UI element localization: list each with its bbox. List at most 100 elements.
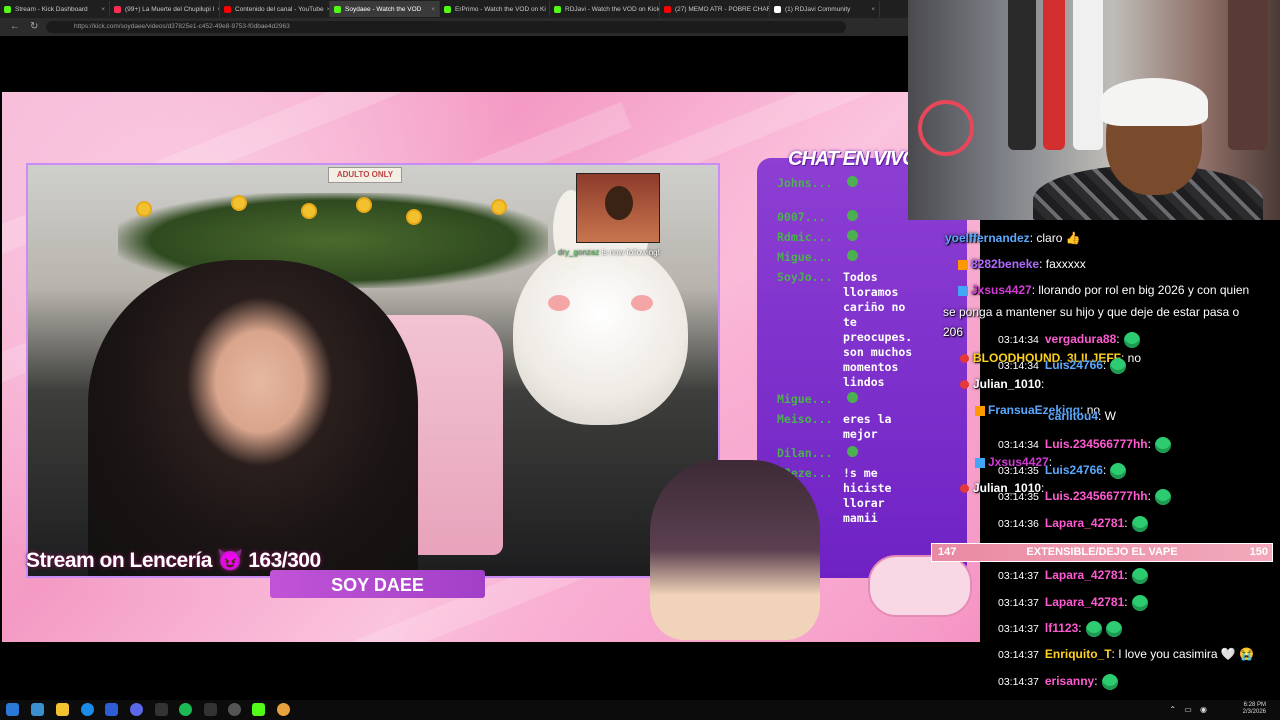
tab-label: Soydaee - Watch the VOD	[345, 5, 422, 13]
streamer-camera: ADULTO ONLY dry_gonzaz is now following!	[26, 163, 720, 578]
tab-favicon-icon	[664, 5, 671, 13]
emote-icon	[1131, 515, 1148, 532]
emote-icon	[1131, 594, 1148, 611]
chat-text: Todos lloramos cariño no te preocupes. s…	[843, 270, 913, 389]
overlay-chat-message: 0007...	[777, 210, 858, 225]
follow-alert: dry_gonzaz is now following!	[558, 248, 660, 257]
store-icon[interactable]	[31, 703, 44, 716]
chrome-icon[interactable]	[277, 703, 290, 716]
close-tab-icon[interactable]: ×	[868, 6, 875, 13]
chat-text: : I love you casimira 🤍 😭	[1111, 647, 1255, 661]
terminal-icon[interactable]	[204, 703, 217, 716]
chat-text: :	[1147, 489, 1151, 503]
browser-tab[interactable]: (1) RDJavi Community ×	[770, 1, 880, 17]
chat-username[interactable]: Lapara_42781	[1045, 595, 1124, 609]
side-chat-message: 03:14:37 Enriquito_T: I love you casimira…	[998, 646, 1254, 663]
browser-tab[interactable]: Soydaee - Watch the VOD ×	[330, 1, 440, 17]
side-chat-message: 206	[943, 324, 963, 340]
browser-tab[interactable]: Stream - Kick Dashboard ×	[0, 1, 110, 17]
chat-text: :	[1147, 437, 1151, 451]
settings-icon[interactable]	[228, 703, 241, 716]
chat-time: 03:14:35	[998, 491, 1039, 503]
tab-favicon-icon	[334, 5, 341, 13]
devil-icon: 😈	[217, 549, 243, 572]
browser-tab[interactable]: (99+) La Muerte del Chupilupi l×	[110, 1, 220, 17]
chat-username[interactable]: Luis24766	[1045, 463, 1103, 477]
chat-username[interactable]: Julian_1010	[973, 377, 1041, 391]
chat-username[interactable]: carlitou4	[1048, 409, 1098, 423]
tab-label: Contenido del canal - YouTube	[235, 5, 324, 13]
chat-username[interactable]: lf1123	[1045, 621, 1078, 635]
chat-time: 03:14:36	[998, 518, 1039, 530]
chat-username[interactable]: erisanny	[1045, 674, 1094, 688]
tab-favicon-icon	[4, 5, 11, 13]
chat-text: 206	[943, 325, 964, 339]
discord-icon[interactable]	[130, 703, 143, 716]
badge-icon	[975, 405, 985, 416]
chat-username[interactable]: Enriquito_T	[1045, 647, 1112, 661]
side-chat-message: 03:14:34 Luis24766:	[998, 357, 1127, 374]
tab-label: ErPrimo - Watch the VOD on Ki	[455, 5, 546, 13]
browser-tab-bar: Stream - Kick Dashboard × (99+) La Muerte …	[0, 0, 908, 18]
side-chat-message: Julian_1010:	[960, 376, 1044, 392]
emote-icon	[1085, 620, 1102, 637]
back-icon[interactable]: ←	[10, 21, 20, 32]
tab-favicon-icon	[554, 5, 561, 13]
emote-icon	[1110, 462, 1127, 479]
url-field[interactable]: https://kick.com/soydaee/videos/d37825e1…	[46, 21, 846, 33]
chat-text: : W	[1098, 409, 1117, 423]
chat-username[interactable]: Jxsus4427	[971, 283, 1032, 297]
bunny-plush	[513, 190, 688, 425]
emote-icon	[847, 250, 858, 261]
side-chat-message: 03:14:35 Luis.234566777hh:	[998, 488, 1171, 505]
chat-username[interactable]: 8282beneke	[971, 257, 1039, 271]
browser-tab[interactable]: (27) MEMO ATR - POBRE CHAR×	[660, 1, 770, 17]
close-tab-icon[interactable]: ×	[428, 6, 435, 13]
browser-tab[interactable]: Contenido del canal - YouTube×	[220, 1, 330, 17]
side-chat-message: 03:14:35 Luis24766:	[998, 462, 1127, 479]
folder-icon[interactable]	[56, 703, 69, 716]
chat-username[interactable]: Luis.234566777hh	[1045, 437, 1148, 451]
tab-favicon-icon	[774, 5, 781, 13]
badge-icon	[958, 285, 968, 296]
overlay-chat-message: Migue...	[777, 392, 858, 407]
browser-tab[interactable]: RDJavi - Watch the VOD on Kick×	[550, 1, 660, 17]
chat-time: 03:14:34	[998, 334, 1039, 346]
side-chat-message: 03:14:37 lf1123:	[998, 620, 1122, 637]
clock[interactable]: 6:28 PM 2/3/2026	[1243, 702, 1266, 716]
chat-username[interactable]: yoelffernandez	[945, 231, 1030, 245]
spotify-icon[interactable]	[179, 703, 192, 716]
chat-username[interactable]: Lapara_42781	[1045, 516, 1124, 530]
chat-username[interactable]: vergadura88	[1045, 332, 1116, 346]
reload-icon[interactable]: ↻	[30, 21, 38, 32]
name-plate: SOY DAEE	[270, 570, 485, 598]
chat-text: :	[1124, 595, 1128, 609]
chat-username: Johns...	[777, 176, 833, 190]
chat-username[interactable]: Luis24766	[1045, 358, 1103, 372]
overlay-chat-message: Johns...	[777, 176, 858, 191]
badge-icon	[975, 457, 985, 468]
tab-favicon-icon	[444, 5, 451, 13]
obs-icon[interactable]	[155, 703, 168, 716]
chat-username: Rdmic...	[777, 230, 833, 244]
chat-time: 03:14:37	[998, 649, 1039, 661]
browser-tab[interactable]: ErPrimo - Watch the VOD on Ki×	[440, 1, 550, 17]
chat-username: Migue...	[777, 392, 833, 406]
app-icon[interactable]	[105, 703, 118, 716]
anime-character	[650, 460, 820, 640]
taskbar: ⌃ ▭ ◉ 6:28 PM 2/3/2026	[0, 700, 1280, 720]
system-tray[interactable]: ⌃ ▭ ◉	[1169, 705, 1210, 714]
emote-icon	[1101, 673, 1118, 690]
start-icon[interactable]	[6, 703, 19, 716]
kick-icon[interactable]	[252, 703, 265, 716]
emote-icon	[847, 176, 858, 187]
chat-username[interactable]: Lapara_42781	[1045, 568, 1124, 582]
chat-text: :	[1094, 674, 1098, 688]
chat-username[interactable]: Luis.234566777hh	[1045, 489, 1148, 503]
side-chat-message: 03:14:34 Luis.234566777hh:	[998, 436, 1171, 453]
goal-progress-bar: 147 EXTENSIBLE/DEJO EL VAPE 150	[931, 543, 1273, 562]
close-tab-icon[interactable]: ×	[98, 6, 105, 13]
side-chat-message: se ponga a mantener su hijo y que deje d…	[943, 304, 1239, 320]
edge-icon[interactable]	[81, 703, 94, 716]
chat-title: CHAT EN VIVO	[788, 148, 918, 170]
